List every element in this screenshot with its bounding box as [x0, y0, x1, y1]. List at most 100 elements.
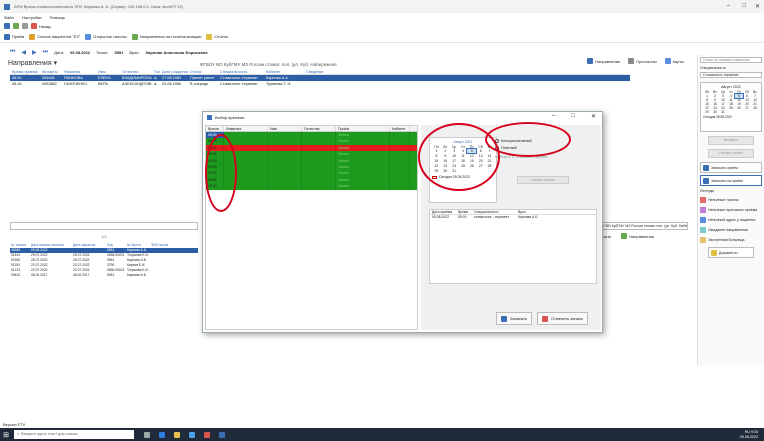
- col-info[interactable]: Сведения: [304, 70, 344, 74]
- calendar-day[interactable]: 17: [450, 159, 459, 163]
- calendar-day[interactable]: 2: [441, 149, 450, 153]
- radio-paid[interactable]: Платный: [495, 144, 570, 151]
- col-slot-surname[interactable]: Фамилия: [224, 126, 268, 131]
- col-appt-date[interactable]: Дата приёма: [430, 210, 456, 214]
- calendar-day[interactable]: 3: [450, 149, 459, 153]
- col-sex[interactable]: Пол: [152, 70, 160, 74]
- referral-button[interactable]: Направление: [587, 58, 620, 64]
- calendar-day[interactable]: 5: [466, 148, 478, 154]
- col-appt-doctor[interactable]: Врач: [516, 210, 556, 214]
- calendar-day[interactable]: 29: [703, 110, 711, 114]
- calendar-day[interactable]: 18: [459, 159, 468, 163]
- talon-pager[interactable]: 1/4: [10, 234, 198, 239]
- toolbar-hospitalization[interactable]: Направления на госпитализацию: [131, 33, 201, 40]
- calendar-day[interactable]: 27: [743, 106, 751, 110]
- calendar-day[interactable]: 30: [441, 169, 450, 173]
- menu-help[interactable]: Помощь: [49, 15, 64, 20]
- last-arrow-icon[interactable]: ⏭: [43, 49, 48, 56]
- minimize-icon[interactable]: –: [727, 3, 730, 9]
- record-reception-button[interactable]: Записать на приём: [700, 175, 762, 186]
- back-button[interactable]: Назад: [31, 23, 50, 29]
- store-icon[interactable]: [189, 431, 195, 438]
- calendar-day[interactable]: 28: [485, 164, 494, 168]
- calendar-day[interactable]: 6: [476, 149, 485, 153]
- next-arrow-icon[interactable]: ▶: [32, 49, 37, 56]
- col-name[interactable]: Имя: [96, 70, 120, 74]
- col-slot-patronymic[interactable]: Отчество: [302, 126, 336, 131]
- toolbar-reports[interactable]: Отчеты: [206, 33, 228, 40]
- menu-settings[interactable]: Настройки: [22, 15, 42, 20]
- cards-button[interactable]: Карты: [664, 58, 684, 64]
- calendar-day[interactable]: 13: [476, 154, 485, 158]
- time-slot-row[interactable]: 10:00 Занято: [206, 183, 417, 190]
- menu-file[interactable]: Файл: [4, 15, 14, 20]
- info-icon[interactable]: [22, 23, 28, 29]
- col-birthdate[interactable]: Дата рождения: [160, 70, 188, 74]
- windows-start-icon[interactable]: ⊞: [0, 428, 12, 441]
- col-slot-time[interactable]: Время: [206, 126, 224, 131]
- write-reception-button[interactable]: Записать приём: [700, 162, 762, 173]
- right-calendar-today[interactable]: Сегодня 05.08.2022: [703, 115, 759, 119]
- calendar-day[interactable]: 26: [735, 106, 743, 110]
- calendar-day[interactable]: 19: [467, 159, 476, 163]
- appointment-row[interactable]: 05.08.2022 08:00 стоматолог - терапевт К…: [430, 215, 596, 220]
- calendar-day[interactable]: 11: [459, 154, 468, 158]
- table-row[interactable]: 09432 08.02.2017 08.02.2017 5551 Карпова А.Б…: [10, 273, 198, 278]
- calendar-day[interactable]: 24: [450, 164, 459, 168]
- col-slot-name[interactable]: Имя: [268, 126, 302, 131]
- calendar-day[interactable]: 10: [450, 154, 459, 158]
- calendar-day[interactable]: 21: [485, 159, 494, 163]
- calendar-day[interactable]: 20: [476, 159, 485, 163]
- calendar-day[interactable]: 31: [450, 169, 459, 173]
- close-icon[interactable]: ✕: [755, 3, 760, 10]
- col-slot-cabinet[interactable]: Кабинет: [390, 126, 410, 131]
- calendar-day[interactable]: 25: [727, 106, 735, 110]
- calendar-day[interactable]: 30: [711, 110, 719, 114]
- save-button[interactable]: Записать: [496, 312, 533, 325]
- filter-input[interactable]: [10, 222, 198, 230]
- col-appt-spec[interactable]: Специальность: [472, 210, 516, 214]
- dialog-minimize-icon[interactable]: –: [552, 113, 555, 120]
- col-appt-time[interactable]: Время: [456, 210, 472, 214]
- right-search-input[interactable]: Поиск по первым символам: [700, 57, 762, 63]
- prev-arrow-icon[interactable]: ◀: [21, 49, 26, 56]
- app-icon-red[interactable]: [204, 431, 210, 438]
- col-status[interactable]: Статус: [188, 70, 218, 74]
- calendar-day[interactable]: 25: [459, 164, 468, 168]
- col-card[interactable]: № карты: [40, 70, 62, 74]
- calendar-day[interactable]: 15: [432, 159, 441, 163]
- refresh-icon[interactable]: [13, 23, 19, 29]
- call-button[interactable]: Вызвать: [708, 136, 754, 145]
- dialog-maximize-icon[interactable]: □: [571, 113, 575, 120]
- radio-consult[interactable]: Консультативный: [495, 137, 570, 144]
- user-icon[interactable]: [4, 23, 10, 29]
- app-icon-blue[interactable]: [219, 431, 225, 438]
- col-patronymic[interactable]: Отчество: [120, 70, 152, 74]
- specialty-select[interactable]: Стоматолог-терапевт: [700, 72, 762, 78]
- dialog-start-button[interactable]: Начать приём: [517, 176, 569, 184]
- edge-icon[interactable]: [159, 431, 165, 438]
- first-arrow-icon[interactable]: ⏮: [10, 49, 15, 56]
- protocols-button[interactable]: Протоколы: [628, 58, 657, 64]
- dialog-calendar-days[interactable]: 1 2 3 4 5 6 7 8 9 10 11 12 13 14 15 16 17 18 19 20 21 22 23 24 2…: [432, 148, 494, 173]
- calendar-day[interactable]: 26: [467, 164, 476, 168]
- calendar-day[interactable]: 23: [441, 164, 450, 168]
- calendar-day[interactable]: 9: [441, 154, 450, 158]
- calendar-day[interactable]: 28: [751, 106, 759, 110]
- calendar-day[interactable]: 1: [432, 149, 441, 153]
- system-tray[interactable]: RU 9:33 05.08.2022: [740, 430, 758, 439]
- calendar-day[interactable]: 22: [432, 164, 441, 168]
- start-reception-button[interactable]: Начать приём: [708, 149, 754, 158]
- col-time[interactable]: Время приёма: [10, 70, 40, 74]
- calendar-day[interactable]: 12: [467, 154, 476, 158]
- calendar-day[interactable]: 4: [459, 149, 468, 153]
- task-view-icon[interactable]: [144, 431, 150, 438]
- calendar-day[interactable]: 7: [485, 149, 494, 153]
- section-title[interactable]: Направления ▾: [8, 59, 78, 69]
- calendar-day[interactable]: 14: [485, 154, 494, 158]
- toolbar-reception[interactable]: Приём: [4, 33, 24, 40]
- calendar-day[interactable]: 29: [432, 169, 441, 173]
- date-value[interactable]: 05.08.2022: [70, 50, 90, 55]
- clinic-select[interactable]: ФГБОУ ВО КубГМУ МЗ России стомат. пол. (…: [590, 222, 688, 230]
- toolbar-open-talons[interactable]: Открытые талоны: [85, 33, 127, 40]
